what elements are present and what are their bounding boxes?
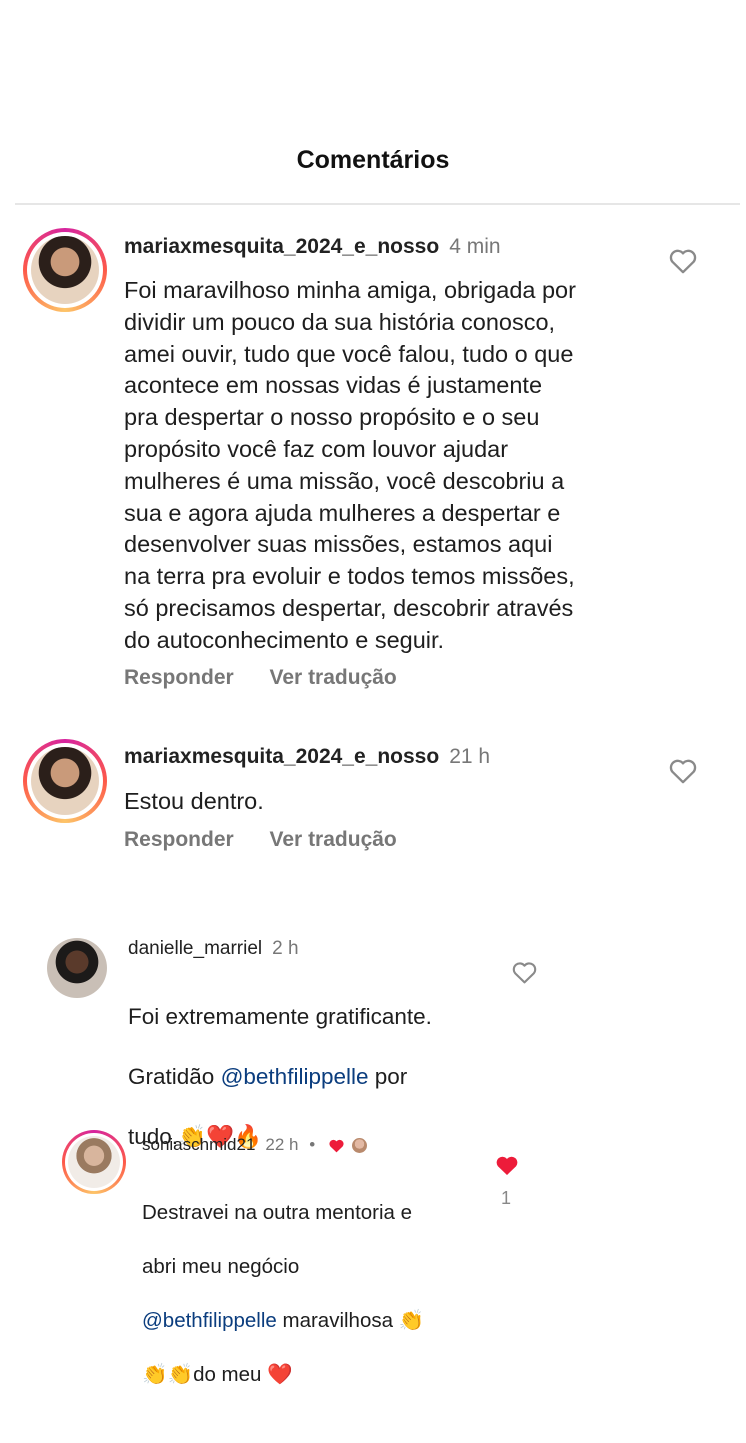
avatar[interactable] <box>23 228 107 312</box>
comment-username[interactable]: danielle_marriel 2 h <box>128 938 299 960</box>
comment-text: Foi maravilhoso minha amiga, obrigada po… <box>124 277 576 653</box>
heart-outline-icon[interactable] <box>511 960 538 984</box>
mention-link[interactable]: @bethfilippelle <box>221 1064 369 1089</box>
translate-button[interactable]: Ver tradução <box>270 828 397 851</box>
header-divider <box>15 203 740 205</box>
reply-button[interactable]: Responder <box>124 828 234 851</box>
translate-button[interactable]: Ver tradução <box>270 666 397 689</box>
mention-link[interactable]: @bethfilippelle <box>142 1309 277 1332</box>
author-avatar-mini <box>351 1138 367 1154</box>
heart-outline-icon[interactable] <box>668 247 698 274</box>
emoji-clap: 👏👏 <box>142 1362 194 1386</box>
comment-username[interactable]: mariaxmesquita_2024_e_nosso 4 min <box>124 235 501 259</box>
reply-button[interactable]: Responder <box>124 666 234 689</box>
heart-outline-icon[interactable] <box>668 757 698 784</box>
separator-dot: • <box>309 1135 316 1154</box>
comment-username[interactable]: soniaschmid21 22 h • <box>142 1135 367 1155</box>
comment-time: 22 h <box>265 1135 299 1154</box>
comment-text: Estou dentro. <box>124 788 264 814</box>
heart-filled-icon[interactable] <box>495 1154 519 1176</box>
comment-time: 21 h <box>449 745 491 768</box>
avatar[interactable] <box>23 739 107 823</box>
comment-time: 4 min <box>449 235 501 258</box>
emoji-heart: ❤️ <box>267 1362 293 1386</box>
emoji-clap: 👏 <box>398 1308 425 1332</box>
page-title: Comentários <box>296 146 450 174</box>
comment-text: Foi extremamente gratificante. Gratidão … <box>128 1004 432 1150</box>
comment-text: Destravei na outra mentoria e abri meu n… <box>142 1201 425 1386</box>
comment-username[interactable]: mariaxmesquita_2024_e_nosso 21 h <box>124 745 490 769</box>
comment-actions: Responder Ver tradução <box>124 828 427 852</box>
avatar[interactable] <box>62 1130 126 1194</box>
avatar[interactable] <box>47 938 107 998</box>
heart-filled-icon <box>329 1139 344 1153</box>
like-count: 1 <box>501 1188 512 1208</box>
comment-actions: Responder Ver tradução <box>124 666 427 690</box>
comment-time: 2 h <box>272 938 299 959</box>
